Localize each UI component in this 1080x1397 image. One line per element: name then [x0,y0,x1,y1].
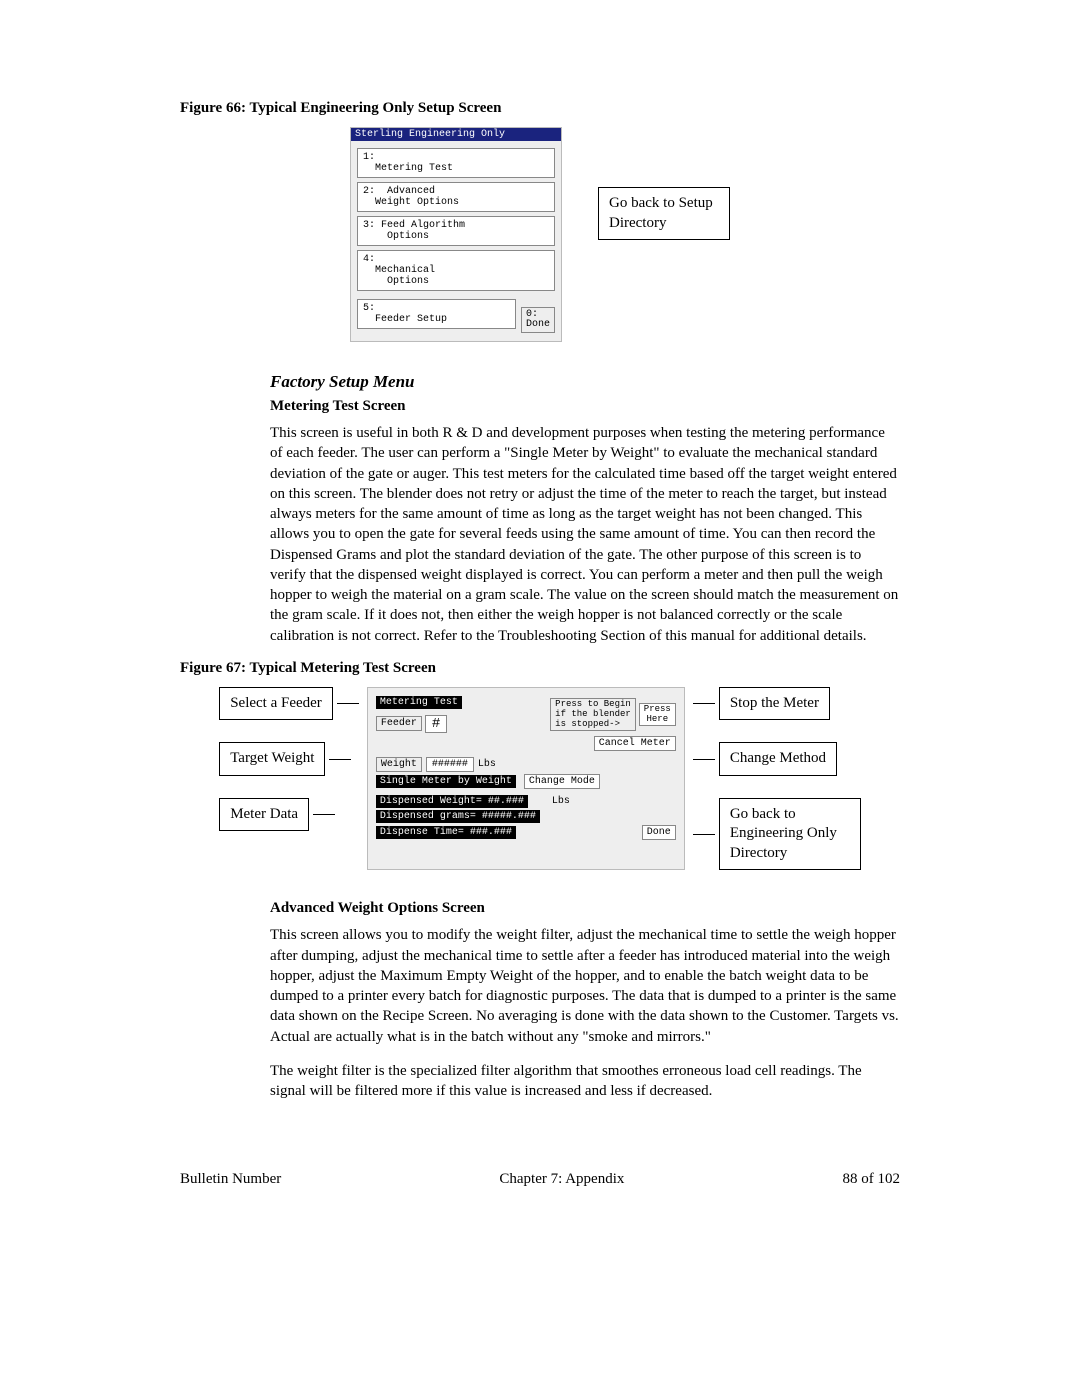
item-label-line2: Options [387,231,429,242]
dispense-time-readout: Dispense Time= ###.### [376,826,516,839]
item-label-line2: Options [387,276,429,287]
figure-66: Sterling Engineering Only 1: Metering Te… [180,127,900,342]
weight-label: Weight [376,757,422,772]
item-label-line2: Weight Options [375,197,459,208]
figure-67-right-callouts: Stop the Meter Change Method Go back to … [693,687,861,871]
page-footer: Bulletin Number Chapter 7: Appendix 88 o… [180,1171,900,1188]
panel-title-bar: Sterling Engineering Only [351,128,561,141]
connector-line [693,703,715,704]
feeder-value-field[interactable]: # [425,715,447,733]
connector-line [337,703,359,704]
item-label: Feeder Setup [375,314,447,325]
metering-test-panel: Metering Test Feeder # Press to Begin if… [367,687,685,871]
change-mode-button[interactable]: Change Mode [524,774,600,789]
footer-left: Bulletin Number [180,1171,281,1188]
callout-goback-engineering: Go back to Engineering Only Directory [719,798,861,871]
factory-setup-section: Factory Setup Menu Metering Test Screen … [270,372,900,646]
figure-67: Select a Feeder Target Weight Meter Data… [180,687,900,871]
advanced-weight-para-2: The weight filter is the specialized fil… [270,1061,900,1102]
figure-67-left-callouts: Select a Feeder Target Weight Meter Data [219,687,359,871]
connector-line [329,759,351,760]
done-button[interactable]: 0: Done [521,307,555,333]
item-number: 3: [363,220,375,231]
callout-select-feeder: Select a Feeder [219,687,333,721]
connector-line [313,814,335,815]
item-label-line1: Feed Algorithm [381,220,465,231]
callout-connector: Go back to Setup Directory [598,187,730,240]
advanced-weight-para-1: This screen allows you to modify the wei… [270,925,900,1047]
menu-item-feeder-setup[interactable]: 5: Feeder Setup [357,299,516,329]
factory-setup-header: Factory Setup Menu [270,372,900,392]
weight-value-field[interactable]: ###### [426,757,474,772]
dispensed-grams-readout: Dispensed grams= #####.### [376,810,540,823]
advanced-weight-section: Advanced Weight Options Screen This scre… [270,900,900,1101]
item-number: 2: [363,186,375,197]
connector-line [693,834,715,835]
metering-test-paragraph: This screen is useful in both R & D and … [270,423,900,646]
feeder-label: Feeder [376,716,422,731]
engineering-only-panel: Sterling Engineering Only 1: Metering Te… [350,127,562,342]
item-label: Metering Test [375,163,453,174]
press-here-button[interactable]: Press Here [639,703,676,727]
menu-item-advanced-weight[interactable]: 2: Advanced Weight Options [357,182,555,212]
callout-target-weight: Target Weight [219,742,325,776]
single-meter-mode: Single Meter by Weight [376,775,516,788]
item-number: 5: [363,303,375,314]
menu-item-mechanical[interactable]: 4: Mechanical Options [357,250,555,291]
footer-right: 88 of 102 [842,1171,900,1188]
footer-center: Chapter 7: Appendix [499,1171,624,1188]
panel-title: Metering Test [376,696,462,709]
item-number: 1: [363,152,375,163]
callout-stop-meter: Stop the Meter [719,687,830,721]
item-number: 4: [363,254,375,265]
panel-body: 1: Metering Test 2: Advanced Weight Opti… [351,141,561,341]
dispensed-weight-readout: Dispensed Weight= ##.### [376,795,528,808]
figure-66-title: Figure 66: Typical Engineering Only Setu… [180,100,900,117]
item-label-line1: Mechanical [375,265,435,276]
item-label-line1: Advanced [387,186,435,197]
callout-meter-data: Meter Data [219,798,309,832]
begin-prompt-box: Press to Begin if the blender is stopped… [550,698,636,732]
done-button[interactable]: Done [642,825,676,840]
figure-67-title: Figure 67: Typical Metering Test Screen [180,660,900,677]
page-content: Figure 66: Typical Engineering Only Setu… [120,0,960,1248]
menu-item-metering-test[interactable]: 1: Metering Test [357,148,555,178]
weight-unit-label: Lbs [478,759,496,770]
done-label: Done [526,319,550,330]
advanced-weight-header: Advanced Weight Options Screen [270,900,900,917]
callout-goback-setup: Go back to Setup Directory [598,187,730,240]
cancel-meter-button[interactable]: Cancel Meter [594,736,676,751]
dispensed-weight-unit: Lbs [552,796,570,807]
connector-line [693,759,715,760]
callout-change-method: Change Method [719,742,837,776]
metering-test-header: Metering Test Screen [270,398,900,415]
menu-item-feed-algorithm[interactable]: 3: Feed Algorithm Options [357,216,555,246]
